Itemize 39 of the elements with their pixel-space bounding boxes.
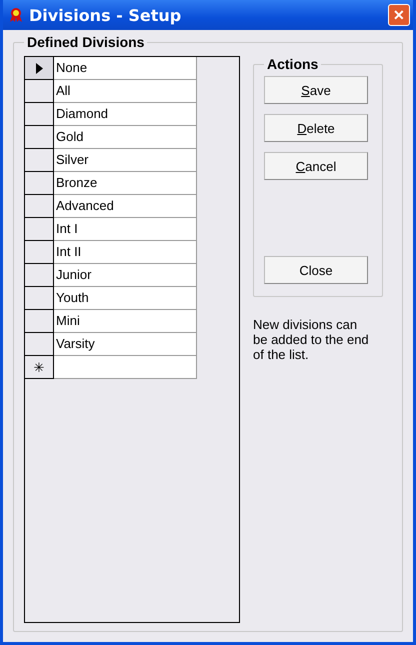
new-row-header[interactable]: ✳ [25, 356, 54, 379]
current-row-icon [36, 62, 42, 74]
row-header[interactable] [25, 287, 54, 310]
table-cell[interactable]: Junior [54, 264, 197, 287]
table-cell[interactable]: Int I [54, 218, 197, 241]
row-header[interactable] [25, 218, 54, 241]
action-button[interactable]: Cancel [264, 152, 368, 180]
close-button[interactable]: ✕ [388, 4, 410, 26]
row-header[interactable] [25, 195, 54, 218]
action-button[interactable]: Save [264, 76, 368, 104]
table-cell[interactable]: Diamond [54, 103, 197, 126]
table-cell[interactable]: Varsity [54, 333, 197, 356]
window-title: Divisions - Setup [29, 6, 182, 24]
new-row-cell[interactable] [54, 356, 197, 379]
row-header[interactable] [25, 103, 54, 126]
table-cell[interactable]: Int II [54, 241, 197, 264]
award-ribbon-icon [9, 7, 23, 23]
group-legend: Defined Divisions [24, 34, 148, 50]
row-header[interactable] [25, 333, 54, 356]
row-header[interactable] [25, 57, 54, 80]
table-cell[interactable]: All [54, 80, 197, 103]
table-cell[interactable]: None [54, 57, 197, 80]
table-cell[interactable]: Silver [54, 149, 197, 172]
row-header[interactable] [25, 126, 54, 149]
row-header[interactable] [25, 80, 54, 103]
group-legend: Actions [264, 56, 322, 72]
row-header[interactable] [25, 310, 54, 333]
action-button[interactable]: Delete [264, 114, 368, 142]
table-cell[interactable]: Youth [54, 287, 197, 310]
table-cell[interactable]: Gold [54, 126, 197, 149]
row-header[interactable] [25, 241, 54, 264]
row-header[interactable] [25, 149, 54, 172]
table-cell[interactable]: Bronze [54, 172, 197, 195]
table-cell[interactable]: Advanced [54, 195, 197, 218]
hint-text: New divisions can be added to the end of the list. [253, 317, 370, 362]
table-cell[interactable]: Mini [54, 310, 197, 333]
row-header[interactable] [25, 264, 54, 287]
row-header[interactable] [25, 172, 54, 195]
action-button[interactable]: Close [264, 256, 368, 284]
